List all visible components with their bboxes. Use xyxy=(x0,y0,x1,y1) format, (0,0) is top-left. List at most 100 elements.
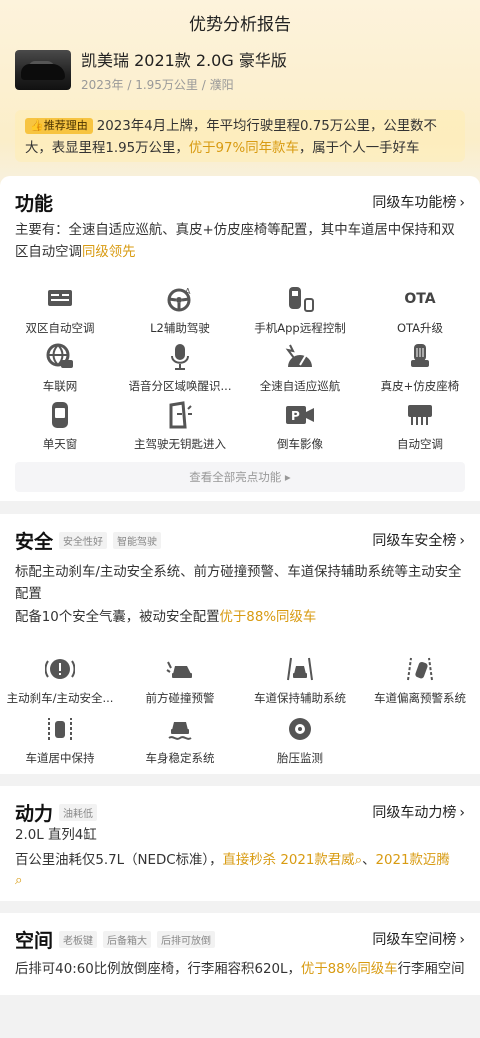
feature-label: 全速自适应巡航 xyxy=(259,379,341,393)
safety-label: 主动刹车/主动安全... xyxy=(6,691,114,705)
safety-desc-active: 标配主动刹车/主动安全系统、前方碰撞预警、车道保持辅助系统等主动安全配置 xyxy=(15,565,462,602)
feature-item[interactable]: 自动空调 xyxy=(360,400,480,456)
safety-rank-link[interactable]: 同级车安全榜 › xyxy=(372,530,465,550)
function-title: 功能 xyxy=(15,192,54,215)
fuel-consumption: 百公里油耗仅5.7L（NEDC标准），直接秒杀 2021款君威⌕、2021款迈腾… xyxy=(15,853,450,888)
space-desc: 后排可40:60比例放倒座椅，行李厢容积620L，优于88%同级车行李厢空间 xyxy=(15,962,465,977)
safety-label: 胎压监测 xyxy=(277,751,323,765)
recommend-reason: 👍推荐理由 2023年4月上牌，年平均行驶里程0.75万公里，公里数不大，表显里程… xyxy=(15,110,465,162)
seat-icon xyxy=(360,342,480,372)
microphone-icon xyxy=(120,342,240,372)
feature-label: 语音分区域唤醒识... xyxy=(128,379,232,393)
space-tag: 老板键 xyxy=(59,930,98,948)
car-name: 凯美瑞 2021款 2.0G 豪华版 xyxy=(81,51,287,70)
lane-keep-icon xyxy=(240,654,360,684)
chevron-right-icon: › xyxy=(459,932,465,948)
compare-link-regal[interactable]: 直接秒杀 2021款君威⌕ xyxy=(223,853,363,868)
safety-label: 车身稳定系统 xyxy=(145,751,215,765)
safety-card: 安全 安全性好 智能驾驶 同级车安全榜 › 标配主动刹车/主动安全系统、前方碰撞预… xyxy=(0,514,480,774)
chevron-right-icon: › xyxy=(459,195,465,211)
function-desc: 主要有：全速自适应巡航、真皮+仿皮座椅等配置，其中车道居中保持和双区自动空调同级… xyxy=(15,223,455,260)
engine-spec: 2.0L 直列4缸 xyxy=(15,828,97,843)
safety-label: 前方碰撞预警 xyxy=(145,691,215,705)
svg-text:A: A xyxy=(185,287,191,296)
door-key-icon xyxy=(120,400,240,430)
car-summary[interactable]: 凯美瑞 2021款 2.0G 豪华版 2023年 / 1.95万公里 / 濮阳 xyxy=(15,50,287,93)
safety-label: 车道保持辅助系统 xyxy=(254,691,346,705)
feature-item[interactable]: 真皮+仿皮座椅 xyxy=(360,342,480,398)
sunroof-icon xyxy=(0,400,120,430)
safety-label: 车道居中保持 xyxy=(25,751,95,765)
power-card: 动力 油耗低 同级车动力榜 › 2.0L 直列4缸 百公里油耗仅5.7L（NEDC… xyxy=(0,786,480,901)
reason-highlight: 优于97%同年款车 xyxy=(188,141,299,156)
brake-warning-icon xyxy=(0,654,120,684)
feature-label: 单天窗 xyxy=(42,437,78,451)
feature-item[interactable]: 主驾驶无钥匙进入 xyxy=(120,400,240,456)
feature-label: 倒车影像 xyxy=(277,437,323,451)
ac-vent-icon xyxy=(360,400,480,430)
hero-header: 优势分析报告 凯美瑞 2021款 2.0G 豪华版 2023年 / 1.95万公… xyxy=(0,0,480,200)
feature-label: L2辅助驾驶 xyxy=(150,321,210,335)
parking-camera-icon: P xyxy=(240,400,360,430)
feature-item[interactable]: OTA OTA升级 xyxy=(360,284,480,340)
svg-text:P: P xyxy=(291,409,300,423)
reason-text-tail: ，属于个人一手好车 xyxy=(298,141,420,156)
space-rank-link[interactable]: 同级车空间榜 › xyxy=(372,929,465,949)
feature-item[interactable]: 双区自动空调 xyxy=(0,284,120,340)
stability-icon xyxy=(120,714,240,744)
car-thumbnail xyxy=(15,50,71,90)
feature-item[interactable]: P 倒车影像 xyxy=(240,400,360,456)
safety-desc-passive: 配备10个安全气囊，被动安全配置优于88%同级车 xyxy=(15,610,317,625)
feature-label: 真皮+仿皮座椅 xyxy=(380,379,460,393)
lane-departure-icon xyxy=(360,654,480,684)
feature-item[interactable]: 全速自适应巡航 xyxy=(240,342,360,398)
safety-item[interactable]: 车道偏离预警系统 xyxy=(360,654,480,710)
cruise-gauge-icon xyxy=(240,342,360,372)
power-rank-link[interactable]: 同级车动力榜 › xyxy=(372,802,465,822)
steering-wheel-icon: A xyxy=(120,284,240,314)
safety-item[interactable]: 胎压监测 xyxy=(240,714,360,770)
globe-car-icon xyxy=(0,342,120,372)
safety-item[interactable]: 车道居中保持 xyxy=(0,714,120,770)
feature-label: OTA升级 xyxy=(396,321,444,335)
space-tag: 后备箱大 xyxy=(103,930,152,948)
chevron-right-icon: › xyxy=(459,533,465,549)
feature-item[interactable]: 车联网 xyxy=(0,342,120,398)
phone-car-icon xyxy=(240,284,360,314)
feature-label: 车联网 xyxy=(42,379,78,393)
safety-title: 安全 xyxy=(15,530,54,553)
safety-item[interactable]: 前方碰撞预警 xyxy=(120,654,240,710)
chevron-right-icon: › xyxy=(459,805,465,821)
feature-item[interactable]: 手机App远程控制 xyxy=(240,284,360,340)
lane-center-icon xyxy=(0,714,120,744)
tire-pressure-icon xyxy=(240,714,360,744)
safety-item[interactable]: 车道保持辅助系统 xyxy=(240,654,360,710)
feature-label: 手机App远程控制 xyxy=(254,321,346,335)
recommend-tag: 👍推荐理由 xyxy=(25,118,93,134)
space-card: 空间 老板键 后备箱大 后排可放倒 同级车空间榜 › 后排可40:60比例放倒座椅… xyxy=(0,913,480,995)
feature-item[interactable]: 单天窗 xyxy=(0,400,120,456)
collision-warning-icon xyxy=(120,654,240,684)
search-icon: ⌕ xyxy=(15,873,23,888)
see-all-features-button[interactable]: 查看全部亮点功能 ▸ xyxy=(15,462,465,492)
space-tag: 后排可放倒 xyxy=(157,930,216,948)
car-meta: 2023年 / 1.95万公里 / 濮阳 xyxy=(81,78,234,92)
space-title: 空间 xyxy=(15,929,54,952)
safety-label: 车道偏离预警系统 xyxy=(374,691,466,705)
power-title: 动力 xyxy=(15,802,54,825)
function-rank-link[interactable]: 同级车功能榜 › xyxy=(372,192,465,212)
safety-item[interactable]: 主动刹车/主动安全... xyxy=(0,654,120,710)
power-tag: 油耗低 xyxy=(59,803,98,821)
function-card: 功能 同级车功能榜 › 主要有：全速自适应巡航、真皮+仿皮座椅等配置，其中车道居中… xyxy=(0,176,480,501)
feature-label: 主驾驶无钥匙进入 xyxy=(134,437,226,451)
search-icon: ⌕ xyxy=(354,853,363,868)
ota-icon: OTA xyxy=(404,291,436,307)
feature-label: 双区自动空调 xyxy=(25,321,95,335)
feature-item[interactable]: A L2辅助驾驶 xyxy=(120,284,240,340)
safety-tag: 智能驾驶 xyxy=(113,531,162,549)
page-title: 优势分析报告 xyxy=(189,15,291,35)
safety-item[interactable]: 车身稳定系统 xyxy=(120,714,240,770)
safety-tag: 安全性好 xyxy=(59,531,108,549)
feature-item[interactable]: 语音分区域唤醒识... xyxy=(120,342,240,398)
ac-panel-icon xyxy=(0,284,120,314)
